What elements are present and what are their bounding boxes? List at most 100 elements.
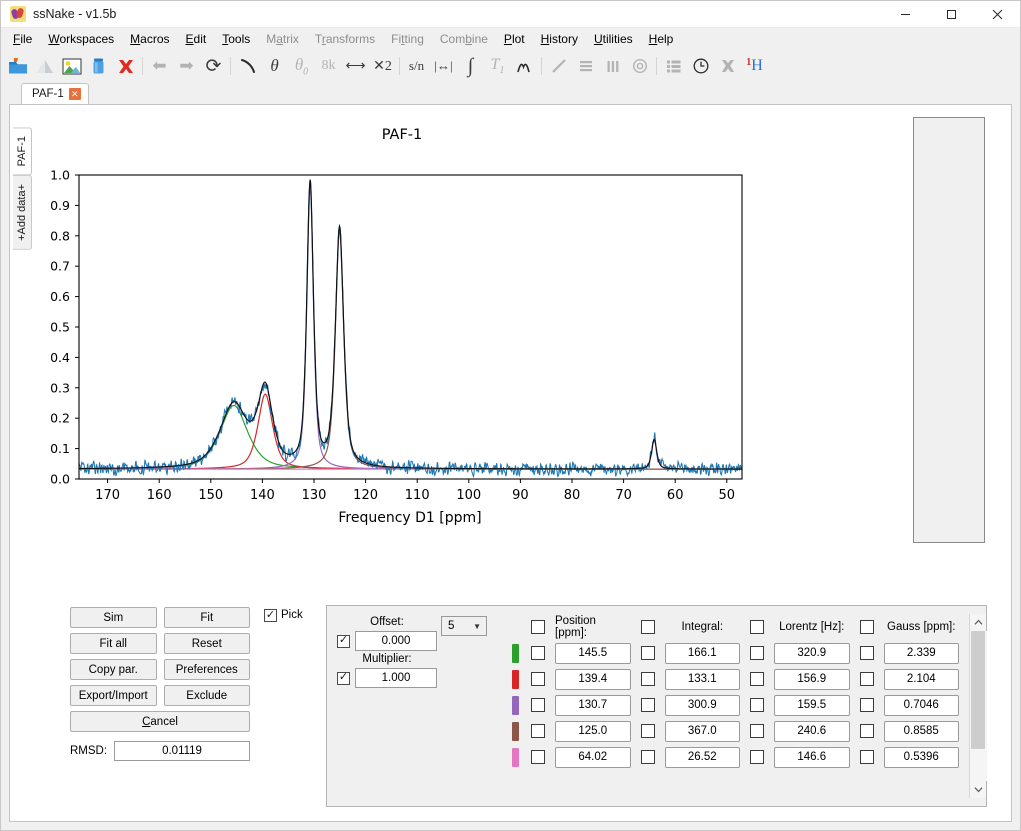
reset-button[interactable]: Reset xyxy=(163,633,250,654)
integral-fix-checkbox-3[interactable] xyxy=(640,698,655,712)
integral-input-4[interactable]: 367.0 xyxy=(664,720,740,742)
fit-all-button[interactable]: Fit all xyxy=(70,633,157,654)
menu-transforms[interactable]: Transforms xyxy=(307,30,383,48)
swap-echo-icon[interactable]: ⟷ xyxy=(342,53,369,80)
gauss-fix-checkbox-2[interactable] xyxy=(859,672,874,686)
exclude-button[interactable]: Exclude xyxy=(163,685,250,706)
lorentz-input-1[interactable]: 320.9 xyxy=(774,642,850,664)
rmsd-value[interactable]: 0.01119 xyxy=(114,741,250,761)
maximize-button[interactable] xyxy=(928,1,974,28)
fwhm-icon[interactable]: |↔| xyxy=(430,53,457,80)
scrollbar-thumb[interactable] xyxy=(970,631,985,749)
lorentz-input-3[interactable]: 159.5 xyxy=(774,694,850,716)
offset-checkbox[interactable] xyxy=(337,634,350,648)
gauss-fix-all-checkbox[interactable] xyxy=(859,620,874,634)
open-folder-icon[interactable] xyxy=(4,53,31,80)
data-tab-add-data[interactable]: +Add data+ xyxy=(13,175,32,251)
multiplier-input[interactable]: 1.000 xyxy=(355,668,437,688)
fit-button[interactable]: Fit xyxy=(163,607,250,628)
lorentz-fix-checkbox-2[interactable] xyxy=(750,672,764,686)
preserve-workspace-icon[interactable] xyxy=(85,53,112,80)
apodize-icon[interactable] xyxy=(234,53,261,80)
workspace-tab-paf-1[interactable]: PAF-1 ✕ xyxy=(21,83,89,104)
menu-file[interactable]: FFileile xyxy=(5,30,40,48)
gauss-fix-checkbox-3[interactable] xyxy=(859,698,874,712)
nucleus-1h-icon[interactable]: 1H xyxy=(741,53,768,80)
multiplier-checkbox[interactable] xyxy=(337,671,350,685)
peak-deconvolution-icon[interactable] xyxy=(511,53,538,80)
data-tab-paf-1[interactable]: PAF-1 xyxy=(13,127,32,176)
cancel-button[interactable]: Cancel xyxy=(70,711,250,732)
sim-button[interactable]: Sim xyxy=(70,607,157,628)
workspace-tab-close-icon[interactable]: ✕ xyxy=(68,88,81,100)
lorentz-input-4[interactable]: 240.6 xyxy=(774,720,850,742)
lorentz-input-2[interactable]: 156.9 xyxy=(774,668,850,690)
copy-par-button[interactable]: Copy par. xyxy=(70,659,157,680)
gauss-input-1[interactable]: 2.339 xyxy=(883,642,959,664)
gauss-input-3[interactable]: 0.7046 xyxy=(883,694,959,716)
integral-fix-all-checkbox[interactable] xyxy=(640,620,655,634)
integral-fix-checkbox-1[interactable] xyxy=(640,646,655,660)
gauss-input-4[interactable]: 0.8585 xyxy=(883,720,959,742)
position-fix-checkbox-2[interactable] xyxy=(531,672,545,686)
signal-to-noise-icon[interactable]: s/n xyxy=(403,53,430,80)
phase-icon[interactable]: θ xyxy=(261,53,288,80)
scroll-down-arrow-icon[interactable] xyxy=(970,781,987,798)
menu-tools[interactable]: Tools xyxy=(214,30,258,48)
integral-input-5[interactable]: 26.52 xyxy=(664,746,740,768)
lorentz-fix-all-checkbox[interactable] xyxy=(750,620,764,634)
delete-workspace-icon[interactable] xyxy=(112,53,139,80)
lorentz-fix-checkbox-5[interactable] xyxy=(750,750,764,764)
position-input-2[interactable]: 139.4 xyxy=(555,668,631,690)
scroll-up-arrow-icon[interactable] xyxy=(970,614,987,631)
num-peaks-dropdown[interactable]: 5 ▼ xyxy=(441,616,487,636)
pick-checkbox[interactable] xyxy=(264,609,277,622)
menu-combine[interactable]: Combine xyxy=(432,30,496,48)
menu-help[interactable]: Help xyxy=(641,30,682,48)
integral-fix-checkbox-4[interactable] xyxy=(640,724,655,738)
close-button[interactable] xyxy=(974,1,1020,28)
menu-plot[interactable]: Plot xyxy=(496,30,533,48)
lorentz-input-5[interactable]: 146.6 xyxy=(774,746,850,768)
lorentz-fix-checkbox-1[interactable] xyxy=(750,646,764,660)
position-fix-checkbox-5[interactable] xyxy=(531,750,545,764)
lorentz-fix-checkbox-3[interactable] xyxy=(750,698,764,712)
integrate-icon[interactable]: ∫ xyxy=(457,53,484,80)
position-fix-checkbox-4[interactable] xyxy=(531,724,545,738)
gauss-input-5[interactable]: 0.5396 xyxy=(883,746,959,768)
position-input-1[interactable]: 145.5 xyxy=(555,642,631,664)
position-fix-checkbox-3[interactable] xyxy=(531,698,545,712)
integral-fix-checkbox-5[interactable] xyxy=(640,750,655,764)
scrollbar-track[interactable] xyxy=(969,631,987,781)
position-fix-checkbox-1[interactable] xyxy=(531,646,545,660)
position-fix-all-checkbox[interactable] xyxy=(531,620,545,634)
position-input-5[interactable]: 64.02 xyxy=(555,746,631,768)
menu-utilities[interactable]: Utilities xyxy=(586,30,641,48)
gauss-fix-checkbox-4[interactable] xyxy=(859,724,874,738)
gauss-fix-checkbox-1[interactable] xyxy=(859,646,874,660)
gauss-fix-checkbox-5[interactable] xyxy=(859,750,874,764)
parameters-scrollbar[interactable] xyxy=(969,614,987,798)
preferences-button[interactable]: Preferences xyxy=(163,659,250,680)
menu-matrix[interactable]: Matrix xyxy=(258,30,307,48)
export-import-button[interactable]: Export/Import xyxy=(70,685,157,706)
save-figure-icon[interactable] xyxy=(58,53,85,80)
multiply-icon[interactable]: ✕2 xyxy=(369,53,396,80)
menu-macros[interactable]: Macros xyxy=(122,30,177,48)
position-input-3[interactable]: 130.7 xyxy=(555,694,631,716)
menu-edit[interactable]: Edit xyxy=(178,30,215,48)
position-input-4[interactable]: 125.0 xyxy=(555,720,631,742)
integral-input-3[interactable]: 300.9 xyxy=(664,694,740,716)
offset-input[interactable]: 0.000 xyxy=(355,631,437,651)
lorentz-fix-checkbox-4[interactable] xyxy=(750,724,764,738)
spectrum-plot[interactable]: PAF-1 0.0 0.1 0.2 0.3 0.4 0.5 0.6 0.7 0.… xyxy=(32,105,913,599)
history-clock-icon[interactable] xyxy=(687,53,714,80)
reload-icon[interactable]: ⟳ xyxy=(200,53,227,80)
integral-input-2[interactable]: 133.1 xyxy=(664,668,740,690)
menu-fitting[interactable]: Fitting xyxy=(383,30,432,48)
gauss-input-2[interactable]: 2.104 xyxy=(883,668,959,690)
integral-fix-checkbox-2[interactable] xyxy=(640,672,655,686)
menu-history[interactable]: History xyxy=(533,30,586,48)
integral-input-1[interactable]: 166.1 xyxy=(664,642,740,664)
menu-workspaces[interactable]: Workspaces xyxy=(40,30,122,48)
